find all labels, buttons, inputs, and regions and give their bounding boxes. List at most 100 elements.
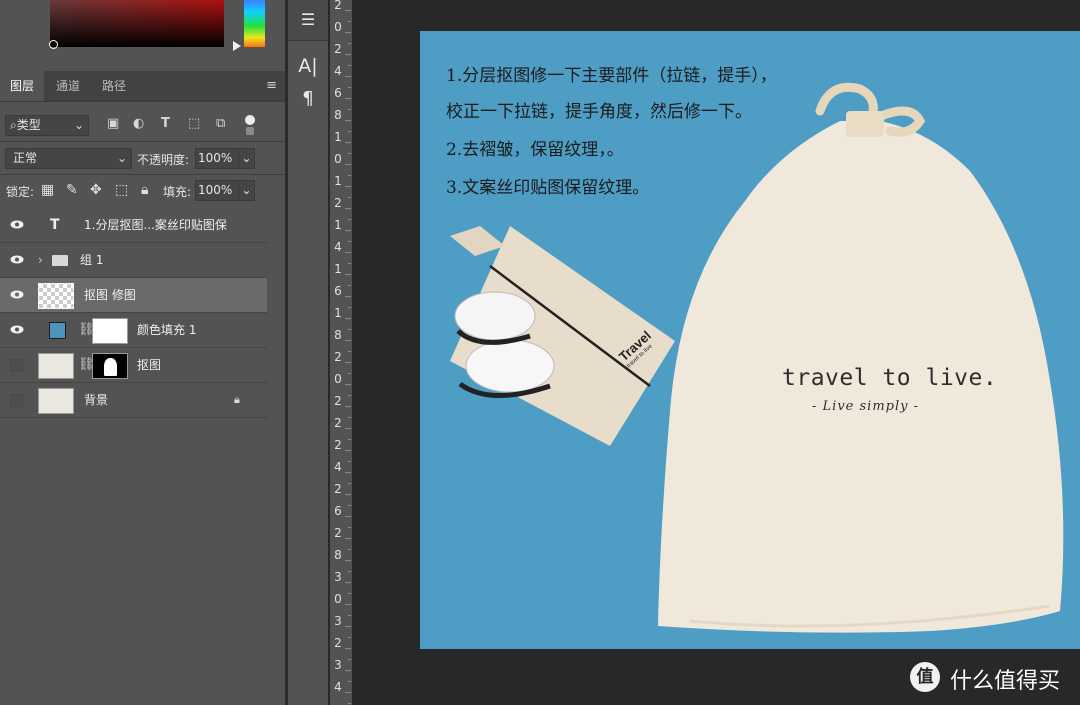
- layer-name[interactable]: 组 1: [80, 243, 103, 277]
- lock-icon: 🔒︎: [234, 393, 240, 406]
- ruler-tick: [345, 164, 351, 165]
- ruler-label: 4: [334, 680, 342, 694]
- opacity-dropdown-button[interactable]: ⌄: [238, 148, 255, 169]
- bag-slogan-text: - Live simply -: [812, 399, 919, 414]
- smart-object-filter-icon[interactable]: ⧉: [216, 116, 225, 132]
- ruler-label: 6: [334, 284, 342, 298]
- layer-thumbnail[interactable]: [38, 353, 74, 379]
- artboard[interactable]: 1.分层抠图修一下主要部件（拉链，提手）， 校正一下拉链，提手角度，然后修一下。…: [420, 31, 1080, 649]
- ruler-tick: [345, 296, 351, 297]
- layer-name[interactable]: 背景: [84, 383, 108, 417]
- ruler-label: 4: [334, 240, 342, 254]
- text-layer-icon: T: [50, 217, 60, 233]
- ruler-tick: [345, 208, 351, 209]
- ruler-tick: [348, 263, 351, 264]
- layer-mask-thumbnail[interactable]: [92, 318, 128, 344]
- opacity-input[interactable]: 100%: [195, 148, 239, 169]
- tab-channels[interactable]: 通道: [46, 71, 90, 101]
- ruler-tick: [348, 483, 351, 484]
- lock-artboard-icon[interactable]: ⬚: [115, 181, 128, 199]
- ruler-label: 1: [334, 306, 342, 320]
- layer-thumbnail[interactable]: [38, 283, 74, 309]
- tab-layers[interactable]: 图层: [0, 71, 44, 101]
- visibility-eye-icon[interactable]: [10, 325, 24, 334]
- ruler-tick: [345, 362, 351, 363]
- ruler-label: 3: [334, 658, 342, 672]
- layer-name[interactable]: 颜色填充 1: [137, 313, 196, 347]
- hue-slider[interactable]: [244, 0, 265, 47]
- ruler-label: 2: [334, 196, 342, 210]
- layer-thumbnail[interactable]: [38, 388, 74, 414]
- layer-row[interactable]: ⛓ 颜色填充 1: [0, 313, 267, 348]
- character-panel-icon[interactable]: A|: [288, 55, 328, 77]
- ruler-tick: [345, 670, 351, 671]
- layers-scrollbar[interactable]: [268, 208, 285, 705]
- ruler-tick: [345, 516, 351, 517]
- fill-input[interactable]: 100%: [195, 180, 239, 201]
- ruler-label: 1: [334, 130, 342, 144]
- layer-row[interactable]: 抠图 修图: [0, 278, 267, 313]
- ruler-tick: [345, 274, 351, 275]
- ruler-tick: [348, 131, 351, 132]
- ruler-label: 2: [334, 482, 342, 496]
- layer-row[interactable]: 背景 🔒︎: [0, 383, 267, 418]
- ruler-tick: [345, 142, 351, 143]
- hue-slider-marker[interactable]: [233, 41, 241, 51]
- panel-menu-icon[interactable]: ≡: [266, 79, 277, 93]
- layer-kind-select[interactable]: ⌕类型 ⌄: [5, 115, 89, 136]
- color-saturation-field[interactable]: [50, 0, 224, 47]
- adjustments-icon[interactable]: ☰: [288, 10, 328, 29]
- layer-row[interactable]: ⛓ 抠图: [0, 348, 267, 383]
- layer-mask-thumbnail[interactable]: [92, 353, 128, 379]
- ruler-tick: [348, 351, 351, 352]
- ruler-label: 0: [334, 152, 342, 166]
- lock-paint-icon[interactable]: ✎: [66, 181, 78, 199]
- layer-name[interactable]: 1.分层抠图...案丝印贴图保: [84, 208, 227, 242]
- paragraph-panel-icon[interactable]: ¶: [288, 88, 328, 109]
- layer-name[interactable]: 抠图 修图: [84, 278, 136, 312]
- visibility-eye-icon[interactable]: [10, 290, 24, 299]
- layer-row[interactable]: T 1.分层抠图...案丝印贴图保: [0, 208, 267, 243]
- ruler-label: 2: [334, 394, 342, 408]
- visibility-eye-icon[interactable]: [10, 220, 24, 229]
- annotation-text: 2.去褶皱，保留纹理，。: [446, 140, 624, 160]
- layer-filter-row: ⌕类型 ⌄ ▣ ◐ T ⬚ ⧉: [0, 108, 285, 140]
- ruler-tick: [345, 76, 351, 77]
- ruler-tick: [348, 373, 351, 374]
- filter-toggle-switch[interactable]: [245, 115, 255, 135]
- ruler-label: 1: [334, 218, 342, 232]
- chevron-right-icon[interactable]: ›: [38, 243, 43, 277]
- adjustment-filter-icon[interactable]: ◐: [133, 116, 144, 132]
- blend-mode-value: 正常: [13, 151, 38, 165]
- lock-all-icon[interactable]: 🔒︎: [141, 181, 148, 199]
- lock-position-icon[interactable]: ✥: [90, 181, 102, 199]
- shape-filter-icon[interactable]: ⬚: [188, 116, 200, 132]
- visibility-toggle-off[interactable]: [10, 394, 23, 407]
- blend-mode-select[interactable]: 正常 ⌄: [5, 148, 132, 169]
- ruler-tick: [345, 604, 351, 605]
- ruler-tick: [345, 98, 351, 99]
- color-picker-marker[interactable]: [49, 40, 58, 49]
- layer-kind-label: 类型: [16, 118, 41, 132]
- lock-transparent-icon[interactable]: ▦: [41, 181, 54, 199]
- fill-color-swatch[interactable]: [49, 322, 66, 339]
- pixel-filter-icon[interactable]: ▣: [107, 116, 119, 132]
- ruler-label: 0: [334, 20, 342, 34]
- ruler-label: 2: [334, 42, 342, 56]
- ruler-tick: [348, 395, 351, 396]
- layer-name[interactable]: 抠图: [137, 348, 161, 382]
- ruler-tick: [345, 560, 351, 561]
- chevron-down-icon: ⌄: [73, 118, 84, 132]
- layer-row[interactable]: › 组 1: [0, 243, 267, 278]
- visibility-toggle-off[interactable]: [10, 359, 23, 372]
- ruler-tick: [348, 549, 351, 550]
- ruler-label: 0: [334, 592, 342, 606]
- visibility-eye-icon[interactable]: [10, 255, 24, 264]
- ruler-tick: [348, 175, 351, 176]
- ruler-tick: [345, 494, 351, 495]
- fill-dropdown-button[interactable]: ⌄: [238, 180, 255, 201]
- canvas-workspace[interactable]: 1.分层抠图修一下主要部件（拉链，提手）， 校正一下拉链，提手角度，然后修一下。…: [352, 0, 1080, 705]
- type-filter-icon[interactable]: T: [161, 116, 170, 132]
- panel-tabs: 图层 通道 路径 ≡: [0, 71, 285, 102]
- tab-paths[interactable]: 路径: [92, 71, 136, 101]
